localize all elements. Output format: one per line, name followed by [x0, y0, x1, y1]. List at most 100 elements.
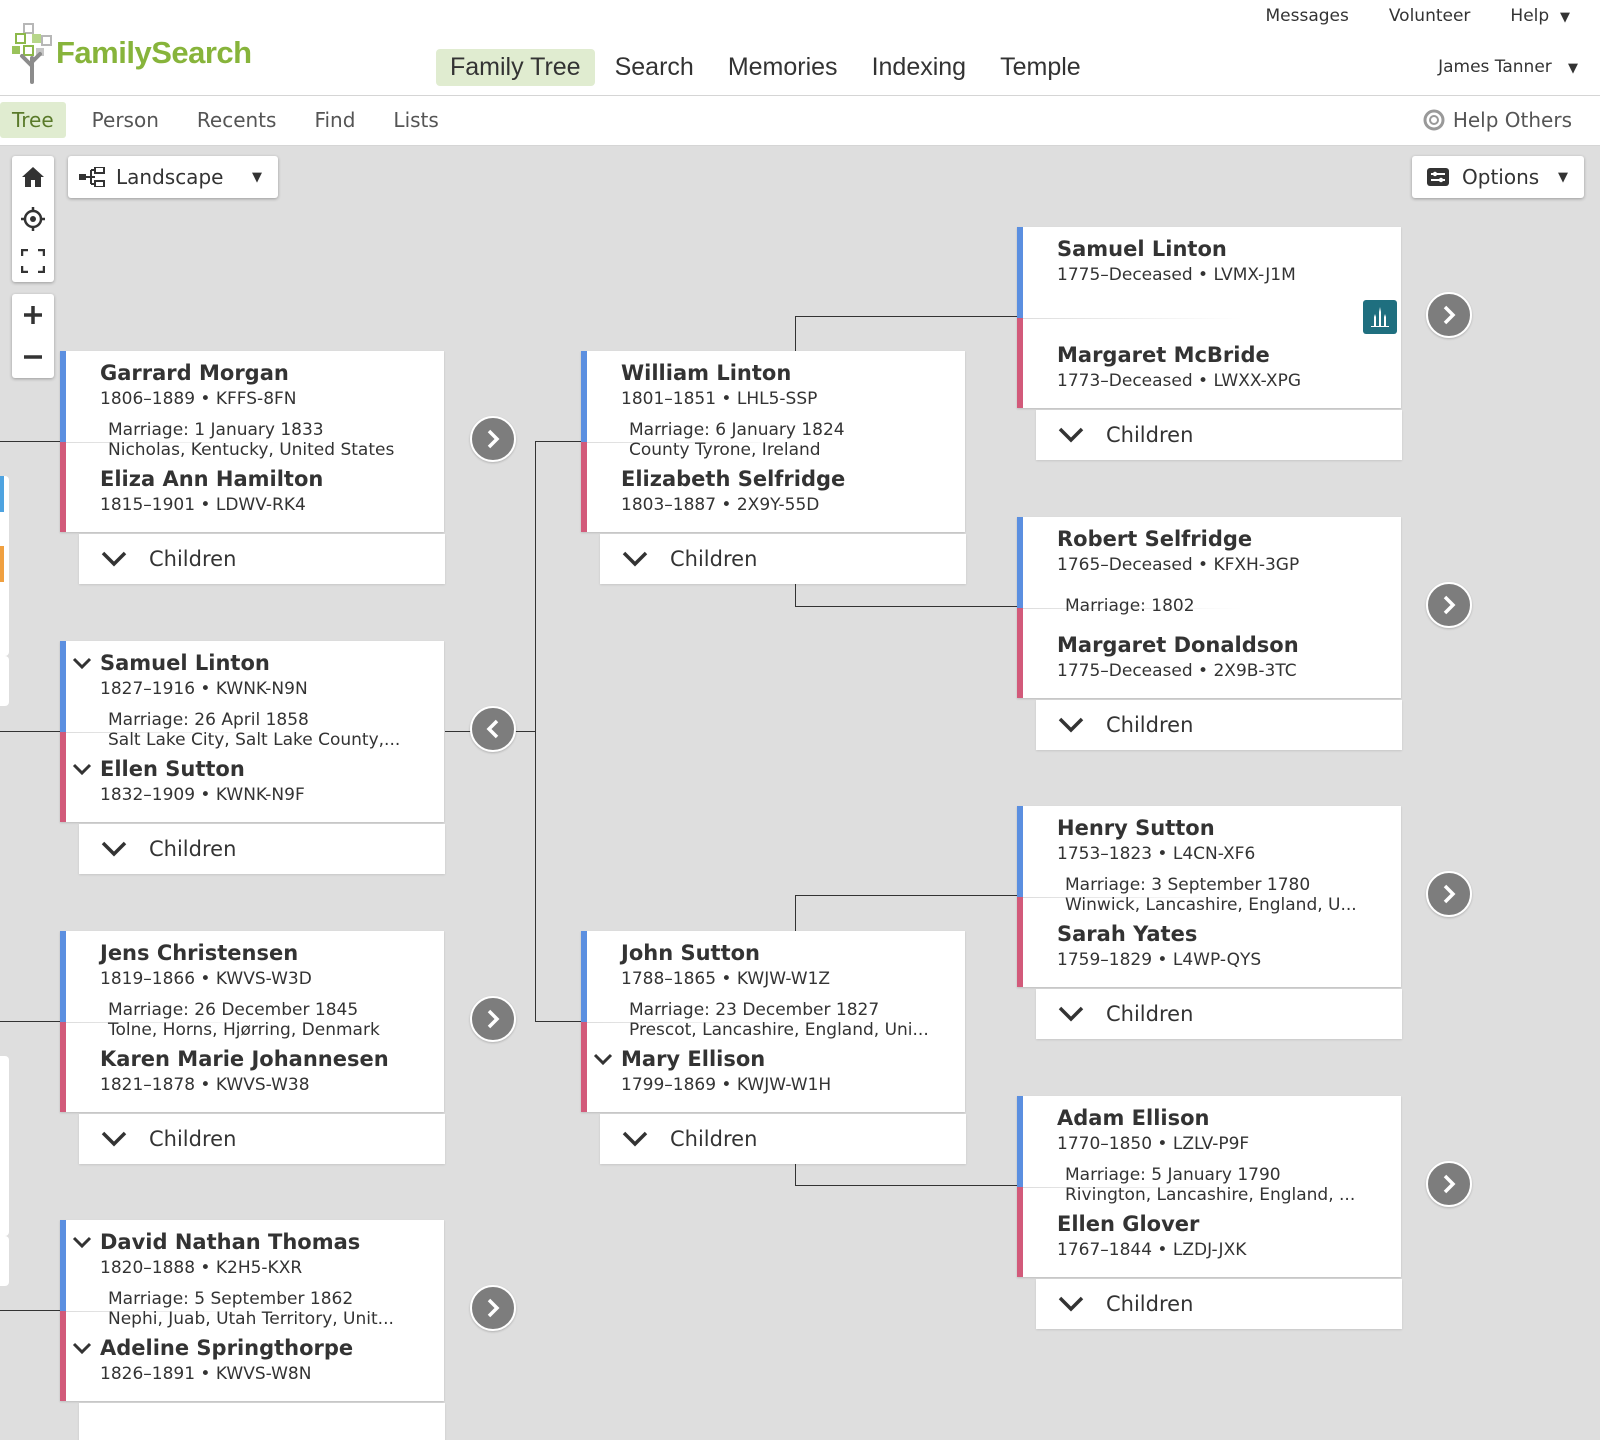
husband-name[interactable]: David Nathan Thomas: [100, 1230, 360, 1254]
nav-indexing[interactable]: Indexing: [858, 49, 981, 86]
chevron-down-icon[interactable]: [72, 763, 92, 777]
connector-line: [795, 895, 796, 931]
wife-meta: 1775–Deceased • 2X9B-3TC: [1057, 661, 1297, 681]
marriage-info: Marriage: 3 September 1780 Winwick, Lanc…: [1065, 875, 1357, 915]
nav-family-tree[interactable]: Family Tree: [436, 49, 595, 86]
husband-name[interactable]: Garrard Morgan: [100, 361, 289, 385]
children-toggle[interactable]: Children: [1036, 989, 1402, 1039]
expand-ancestors-button[interactable]: [1426, 292, 1472, 338]
fullscreen-button[interactable]: [12, 240, 54, 282]
marriage-info: Marriage: 1 January 1833 Nicholas, Kentu…: [108, 420, 394, 460]
help-others-button[interactable]: Help Others: [1423, 108, 1572, 132]
expand-ancestors-button[interactable]: [1426, 871, 1472, 917]
wife-name[interactable]: Eliza Ann Hamilton: [100, 467, 323, 491]
landscape-tree-icon: [79, 167, 105, 187]
chevron-down-icon: [101, 1131, 127, 1147]
volunteer-link[interactable]: Volunteer: [1389, 6, 1471, 26]
subnav-lists[interactable]: Lists: [381, 102, 450, 138]
options-button[interactable]: Options ▼: [1412, 156, 1584, 198]
expand-ancestors-button[interactable]: [1426, 1161, 1472, 1207]
wife-meta: 1803–1887 • 2X9Y-55D: [621, 495, 820, 515]
children-toggle[interactable]: Children: [600, 534, 966, 584]
wife-name[interactable]: Mary Ellison: [621, 1047, 765, 1071]
chevron-down-icon[interactable]: [72, 1236, 92, 1250]
children-toggle[interactable]: Children: [79, 534, 445, 584]
marriage-date: Marriage: 3 September 1780: [1065, 875, 1311, 895]
messages-link[interactable]: Messages: [1265, 6, 1348, 26]
husband-name[interactable]: Samuel Linton: [100, 651, 270, 675]
children-label: Children: [670, 1127, 758, 1151]
nav-search[interactable]: Search: [601, 49, 708, 86]
husband-name[interactable]: Adam Ellison: [1057, 1106, 1209, 1130]
husband-meta: 1765–Deceased • KFXH-3GP: [1057, 555, 1300, 575]
wife-name[interactable]: Margaret McBride: [1057, 343, 1270, 367]
tree-canvas[interactable]: Landscape ▼ Options ▼ Garrard Morgan 180…: [0, 146, 1600, 1440]
marriage-date: Marriage: 26 April 1858: [108, 710, 309, 730]
wife-name[interactable]: Ellen Glover: [1057, 1212, 1199, 1236]
familysearch-logo[interactable]: FamilySearch: [12, 22, 252, 84]
chevron-right-icon: [1443, 884, 1456, 904]
nav-temple[interactable]: Temple: [986, 49, 1095, 86]
temple-ordinance-badge[interactable]: [1363, 300, 1397, 334]
caret-down-icon: ▼: [1560, 10, 1570, 25]
children-toggle[interactable]: Children: [1036, 1279, 1402, 1329]
view-select[interactable]: Landscape ▼: [68, 156, 278, 198]
husband-name[interactable]: Jens Christensen: [100, 941, 298, 965]
children-toggle[interactable]: Children: [600, 1114, 966, 1164]
marriage-info: Marriage: 23 December 1827 Prescot, Lanc…: [629, 1000, 929, 1040]
children-toggle[interactable]: Children: [1036, 700, 1402, 750]
subnav-person[interactable]: Person: [80, 102, 171, 138]
expand-ancestors-button[interactable]: [1426, 582, 1472, 628]
recenter-button[interactable]: [12, 198, 54, 240]
help-menu[interactable]: Help ▼: [1510, 6, 1570, 26]
husband-bar: [60, 931, 66, 1022]
zoom-in-button[interactable]: [12, 294, 54, 336]
wife-name[interactable]: Sarah Yates: [1057, 922, 1197, 946]
home-button[interactable]: [12, 156, 54, 198]
chevron-down-icon[interactable]: [72, 1342, 92, 1356]
husband-name[interactable]: Henry Sutton: [1057, 816, 1215, 840]
husband-bar: [60, 1220, 66, 1311]
collapse-ancestors-button[interactable]: [470, 706, 516, 752]
wife-name[interactable]: Adeline Springthorpe: [100, 1336, 353, 1360]
expand-ancestors-button[interactable]: [470, 996, 516, 1042]
logo-text: FamilySearch: [56, 35, 252, 70]
chevron-down-icon[interactable]: [72, 657, 92, 671]
children-toggle[interactable]: [79, 1403, 445, 1440]
chevron-down-icon: [622, 1131, 648, 1147]
nav-memories[interactable]: Memories: [714, 49, 852, 86]
husband-meta: 1775–Deceased • LVMX-J1M: [1057, 265, 1296, 285]
children-toggle[interactable]: Children: [79, 1114, 445, 1164]
help-label: Help: [1510, 6, 1550, 26]
user-menu[interactable]: James Tanner ▼: [1438, 57, 1578, 77]
wife-name[interactable]: Karen Marie Johannesen: [100, 1047, 389, 1071]
marriage-place: Nicholas, Kentucky, United States: [108, 440, 395, 460]
chevron-right-icon: [487, 429, 500, 449]
expand-ancestors-button[interactable]: [470, 416, 516, 462]
wife-bar: [1017, 1186, 1023, 1277]
wife-bar: [60, 731, 66, 822]
children-label: Children: [149, 547, 237, 571]
children-toggle[interactable]: Children: [1036, 410, 1402, 460]
expand-ancestors-button[interactable]: [470, 1285, 516, 1331]
wife-name[interactable]: Margaret Donaldson: [1057, 633, 1299, 657]
zoom-out-button[interactable]: [12, 336, 54, 378]
subnav-find[interactable]: Find: [302, 102, 367, 138]
connector-line: [795, 606, 1017, 607]
husband-name[interactable]: John Sutton: [621, 941, 760, 965]
wife-name[interactable]: Ellen Sutton: [100, 757, 245, 781]
husband-bar: [60, 641, 66, 732]
connector-line: [795, 316, 796, 351]
fullscreen-icon: [21, 249, 45, 273]
utility-nav: Messages Volunteer Help ▼: [1265, 6, 1570, 26]
chevron-down-icon[interactable]: [593, 1053, 613, 1067]
subnav-recents[interactable]: Recents: [185, 102, 289, 138]
husband-meta: 1827–1916 • KWNK-N9N: [100, 679, 308, 699]
husband-name[interactable]: William Linton: [621, 361, 791, 385]
wife-name[interactable]: Elizabeth Selfridge: [621, 467, 845, 491]
husband-name[interactable]: Samuel Linton: [1057, 237, 1227, 261]
husband-name[interactable]: Robert Selfridge: [1057, 527, 1252, 551]
chevron-down-icon: [1058, 427, 1084, 443]
children-toggle[interactable]: Children: [79, 824, 445, 874]
subnav-tree[interactable]: Tree: [0, 102, 66, 138]
